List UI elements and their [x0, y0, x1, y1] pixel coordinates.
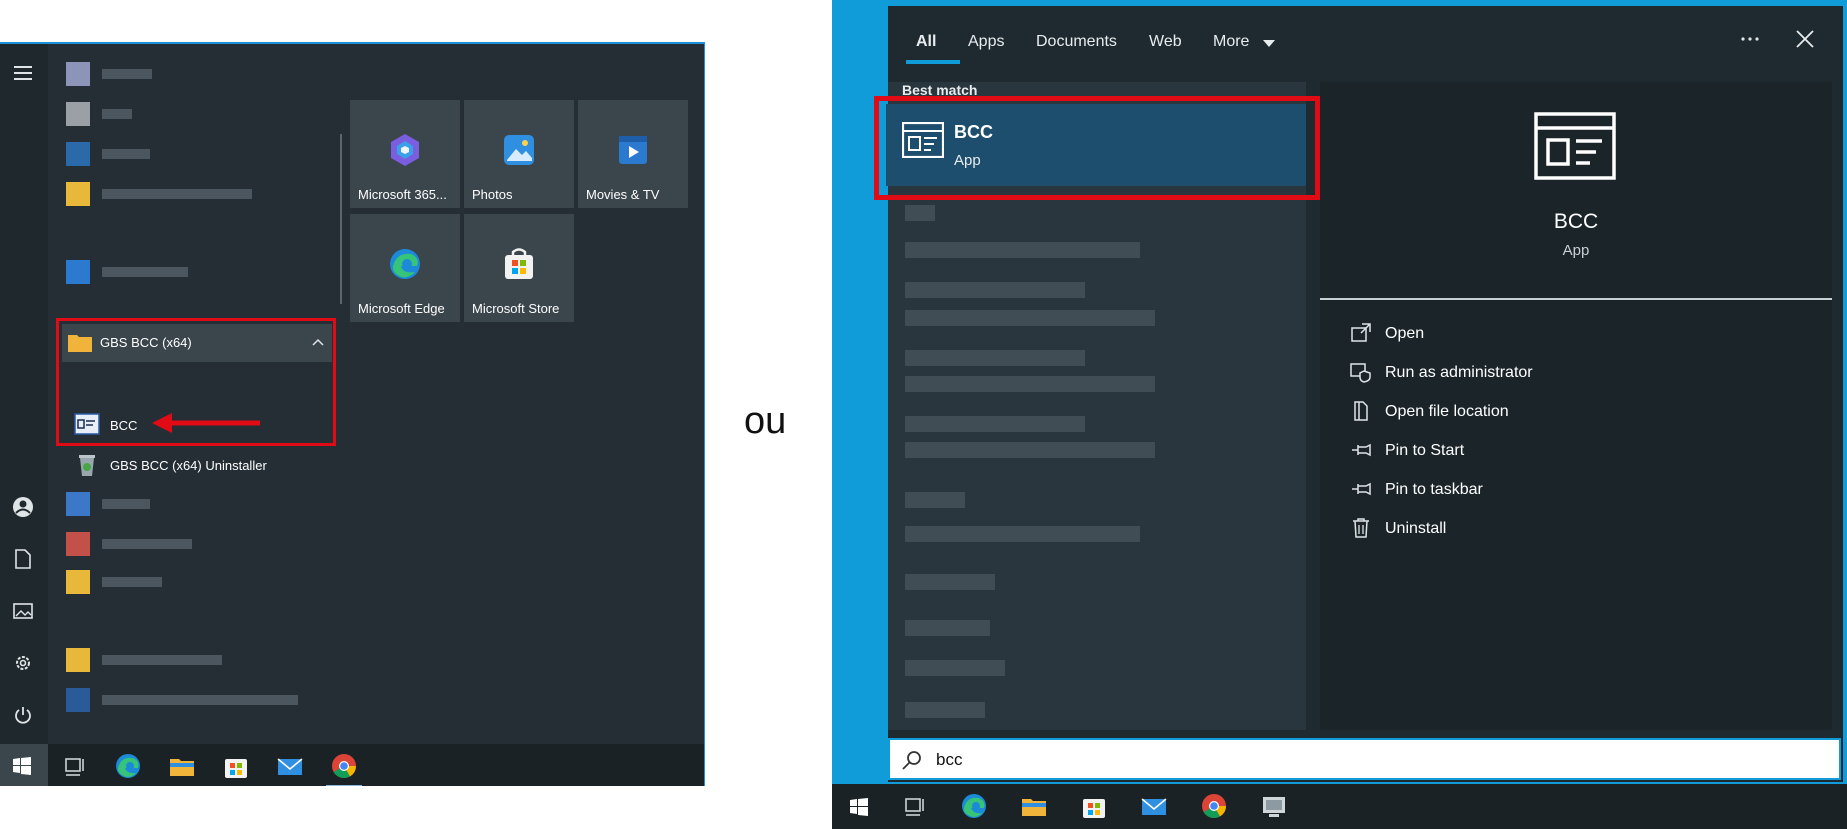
detail-divider: [1320, 298, 1832, 300]
highlight-box: [874, 96, 1320, 200]
tab-all[interactable]: All: [916, 33, 936, 51]
tab-web[interactable]: Web: [1149, 33, 1182, 51]
mail-icon[interactable]: [276, 752, 304, 780]
tile-photos[interactable]: Photos: [464, 100, 574, 208]
list-item[interactable]: [905, 282, 1085, 298]
trash-icon: [1353, 518, 1369, 538]
windows-start-icon: [13, 757, 31, 775]
shield-icon: [1350, 363, 1371, 383]
active-app-indicator: [326, 785, 362, 786]
list-item[interactable]: [905, 376, 1155, 392]
action-label: Pin to taskbar: [1385, 481, 1483, 498]
close-icon[interactable]: [1796, 30, 1814, 48]
file-explorer-icon[interactable]: [168, 752, 196, 780]
hamburger-icon[interactable]: [12, 62, 34, 84]
tile-label: Microsoft Store: [472, 301, 560, 316]
detail-type: App: [1562, 242, 1590, 259]
document-icon[interactable]: [12, 548, 34, 570]
user-icon[interactable]: [12, 496, 34, 518]
chrome-icon[interactable]: [330, 752, 358, 780]
action-label: Pin to Start: [1385, 442, 1465, 459]
task-view-icon[interactable]: [900, 792, 928, 820]
pin-icon: [1352, 443, 1371, 457]
list-item[interactable]: [905, 574, 995, 590]
tile-microsoft-edge[interactable]: Microsoft Edge: [350, 214, 460, 322]
taskbar: [832, 784, 1847, 829]
store-icon: [505, 248, 533, 279]
list-item[interactable]: [905, 310, 1155, 326]
open-icon: [1351, 323, 1371, 342]
detail-name: BCC: [1553, 210, 1599, 233]
photos-icon: [504, 135, 534, 165]
bcc-app-large-icon: [1534, 112, 1616, 180]
action-label: Run as administrator: [1385, 364, 1533, 381]
store-icon[interactable]: [1080, 792, 1108, 820]
mail-icon[interactable]: [1140, 792, 1168, 820]
file-explorer-icon[interactable]: [1020, 792, 1048, 820]
taskbar: [0, 744, 704, 786]
microsoft-365-icon: [391, 134, 419, 166]
start-rail: [0, 44, 48, 786]
list-item[interactable]: [905, 350, 1085, 366]
list-item[interactable]: [905, 620, 990, 636]
more-options-icon[interactable]: [1740, 36, 1760, 42]
chevron-down-icon[interactable]: [1263, 40, 1275, 47]
edge-icon[interactable]: [114, 752, 142, 780]
search-icon: [902, 751, 921, 770]
tab-apps[interactable]: Apps: [968, 33, 1004, 51]
list-item[interactable]: [905, 702, 985, 718]
pin-icon: [1352, 482, 1371, 496]
separator-text: ou: [744, 400, 787, 442]
list-item[interactable]: [905, 492, 965, 508]
tab-more[interactable]: More: [1213, 33, 1249, 51]
tab-active-indicator: [906, 60, 960, 64]
store-icon[interactable]: [222, 752, 250, 780]
list-item[interactable]: [905, 242, 1140, 258]
search-box[interactable]: bcc: [888, 738, 1841, 780]
windows-start-button[interactable]: [0, 744, 48, 786]
tile-label: Microsoft 365...: [358, 187, 447, 202]
tile-microsoft-store[interactable]: Microsoft Store: [464, 214, 574, 322]
file-location-icon: [1354, 401, 1368, 421]
list-item[interactable]: [905, 416, 1085, 432]
list-item[interactable]: [905, 442, 1155, 458]
tile-label: Photos: [472, 187, 513, 202]
list-item[interactable]: [905, 526, 1140, 542]
pictures-icon[interactable]: [12, 600, 34, 622]
windows-start-icon[interactable]: [850, 798, 868, 816]
task-view-icon[interactable]: [60, 752, 88, 780]
tab-documents[interactable]: Documents: [1036, 33, 1117, 51]
list-item[interactable]: [905, 205, 935, 221]
search-input[interactable]: bcc: [936, 750, 962, 770]
uninstaller-icon: [74, 452, 100, 478]
tile-label: Movies & TV: [586, 187, 660, 202]
chrome-icon[interactable]: [1200, 792, 1228, 820]
red-arrow-annotation: [152, 413, 260, 433]
movies-tv-icon: [619, 136, 647, 164]
tile-label: Microsoft Edge: [358, 301, 445, 316]
settings-icon[interactable]: [12, 652, 34, 674]
app-icon[interactable]: [1260, 792, 1288, 820]
tiles-divider: [340, 134, 342, 304]
uninstaller-list-item[interactable]: GBS BCC (x64) Uninstaller: [110, 458, 267, 473]
action-label: Open file location: [1385, 403, 1509, 420]
list-item[interactable]: [905, 660, 1005, 676]
action-label: Open: [1385, 325, 1425, 342]
action-label: Uninstall: [1385, 520, 1447, 537]
edge-icon[interactable]: [960, 792, 988, 820]
edge-icon: [390, 249, 420, 279]
tile-movies-tv[interactable]: Movies & TV: [578, 100, 688, 208]
tile-microsoft-365[interactable]: Microsoft 365...: [350, 100, 460, 208]
power-icon[interactable]: [12, 704, 34, 726]
